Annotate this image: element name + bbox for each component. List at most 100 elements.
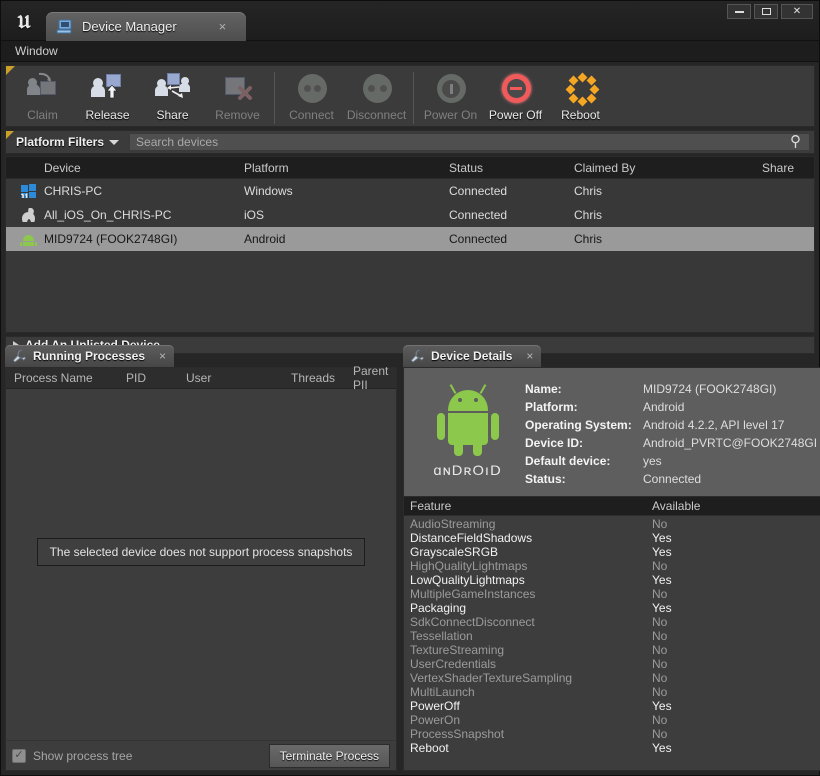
feature-available: Yes <box>652 545 672 559</box>
field-value: MID9724 (FOOK2748GI) <box>643 382 777 396</box>
remove-button[interactable]: Remove <box>205 69 270 125</box>
show-process-tree-checkbox[interactable]: ✓ <box>12 748 26 763</box>
terminate-process-button[interactable]: Terminate Process <box>268 743 390 768</box>
feature-row: UserCredentials No <box>404 657 820 671</box>
device-field-list: Name: MID9724 (FOOK2748GI) Platform: And… <box>525 376 817 486</box>
device-manager-window: 𝔲 Device Manager × ✕ Window Claim Releas… <box>0 0 820 776</box>
platform-filters-button[interactable]: Platform Filters <box>6 131 127 153</box>
filterbar-corner-marker <box>6 131 14 139</box>
process-table-header: Process Name PID User Threads Parent PII <box>6 364 396 392</box>
claim-label: Claim <box>27 108 58 122</box>
unreal-engine-logo-icon: 𝔲 <box>17 4 31 34</box>
close-button[interactable]: ✕ <box>781 4 813 19</box>
feature-row: AudioStreaming No <box>404 517 820 531</box>
claim-icon <box>25 72 61 106</box>
toolbar-separator-2 <box>413 71 414 124</box>
maximize-button[interactable] <box>754 4 778 19</box>
column-header-status[interactable]: Status <box>443 161 568 175</box>
reboot-button[interactable]: Reboot <box>548 69 613 125</box>
connect-button[interactable]: Connect <box>279 69 344 125</box>
feature-available: Yes <box>652 601 672 615</box>
column-header-platform[interactable]: Platform <box>238 161 443 175</box>
feature-available: No <box>652 587 668 601</box>
feature-name: DistanceFieldShadows <box>410 531 533 545</box>
column-header-device[interactable]: Device <box>38 161 238 175</box>
column-header-pid[interactable]: PID <box>118 371 178 385</box>
tab-device-details[interactable]: Device Details × <box>403 345 542 367</box>
tab-close-icon[interactable]: × <box>213 18 233 35</box>
feature-name: VertexShaderTextureSampling <box>410 671 573 685</box>
search-icon[interactable]: ⚲ <box>790 132 801 150</box>
column-header-process-name[interactable]: Process Name <box>6 371 118 385</box>
reboot-label: Reboot <box>561 108 600 122</box>
feature-row: VertexShaderTextureSampling No <box>404 671 820 685</box>
feature-available: Yes <box>652 573 672 587</box>
share-label: Share <box>156 108 189 122</box>
search-devices-box[interactable]: ⚲ <box>129 133 810 151</box>
cell-claimed-by: Chris <box>574 232 603 246</box>
field-key: Platform: <box>525 400 578 414</box>
column-header-threads[interactable]: Threads <box>283 371 345 385</box>
column-header-parent-pid[interactable]: Parent PII <box>345 364 396 392</box>
feature-row: PowerOff Yes <box>404 699 820 713</box>
feature-name: UserCredentials <box>410 657 497 671</box>
power-off-button[interactable]: Power Off <box>483 69 548 125</box>
release-label: Release <box>85 108 130 122</box>
disconnect-button[interactable]: Disconnect <box>344 69 409 125</box>
feature-row: LowQualityLightmaps Yes <box>404 573 820 587</box>
tab-close-icon[interactable]: × <box>526 349 533 363</box>
field-key: Name: <box>525 382 562 396</box>
android-wordmark: ɑɴDʀOıD <box>433 462 502 478</box>
cell-claimed-by: Chris <box>574 208 603 222</box>
table-row[interactable]: All_iOS_On_CHRIS-PC iOS Connected Chris <box>6 203 814 227</box>
field-status: Status: Connected <box>525 470 817 488</box>
table-row[interactable]: MID9724 (FOOK2748GI) Android Connected C… <box>6 227 814 251</box>
field-value: Android_PVRTC@FOOK2748GI <box>643 436 818 450</box>
minimize-button[interactable] <box>727 4 751 19</box>
device-summary: ɑɴDʀOıD Name: MID9724 (FOOK2748GI) Platf… <box>404 368 820 496</box>
feature-available: Yes <box>652 531 672 545</box>
reboot-icon <box>563 72 599 107</box>
menu-item-window[interactable]: Window <box>9 42 64 60</box>
feature-available: No <box>652 559 668 573</box>
column-header-feature[interactable]: Feature <box>404 499 652 513</box>
table-row[interactable]: 𝔲 CHRIS-PC Windows Connected Chris <box>6 179 814 203</box>
cell-device: All_iOS_On_CHRIS-PC <box>44 208 172 222</box>
power-on-button[interactable]: Power On <box>418 69 483 125</box>
cell-platform: Windows <box>244 184 293 198</box>
tab-label: Device Details <box>431 349 513 363</box>
cell-status: Connected <box>449 232 508 246</box>
column-header-claimed-by[interactable]: Claimed By <box>568 161 756 175</box>
feature-row: Reboot Yes <box>404 741 820 755</box>
feature-available: No <box>652 657 668 671</box>
tab-close-icon[interactable]: × <box>159 349 166 363</box>
process-empty-area: The selected device does not support pro… <box>6 389 396 740</box>
feature-name: AudioStreaming <box>410 517 496 531</box>
feature-name: Packaging <box>410 601 467 615</box>
cell-device: MID9724 (FOOK2748GI) <box>44 232 178 246</box>
feature-name: TextureStreaming <box>410 643 505 657</box>
field-value: Android <box>643 400 685 414</box>
column-header-user[interactable]: User <box>178 371 283 385</box>
processes-body: Process Name PID User Threads Parent PII… <box>5 364 397 771</box>
field-name: Name: MID9724 (FOOK2748GI) <box>525 380 817 398</box>
feature-row: Tessellation No <box>404 629 820 643</box>
column-header-available[interactable]: Available <box>652 499 820 513</box>
claim-button[interactable]: Claim <box>10 69 75 125</box>
feature-name: Reboot <box>410 741 449 755</box>
tab-device-manager[interactable]: Device Manager × <box>46 12 246 41</box>
feature-row: MultiLaunch No <box>404 685 820 699</box>
tab-title: Device Manager <box>82 19 177 34</box>
tab-running-processes[interactable]: Running Processes × <box>5 345 175 367</box>
search-input[interactable] <box>136 135 803 149</box>
power-on-label: Power On <box>423 108 478 122</box>
feature-row: MultipleGameInstances No <box>404 587 820 601</box>
field-operating-system: Operating System: Android 4.2.2, API lev… <box>525 416 817 434</box>
share-button[interactable]: Share <box>140 69 205 125</box>
column-header-share[interactable]: Share <box>756 161 814 175</box>
release-icon <box>90 72 126 106</box>
release-button[interactable]: Release <box>75 69 140 125</box>
feature-name: GrayscaleSRGB <box>410 545 499 559</box>
feature-list: AudioStreaming No DistanceFieldShadows Yes… <box>404 516 820 770</box>
platform-filters-label: Platform Filters <box>16 135 105 149</box>
